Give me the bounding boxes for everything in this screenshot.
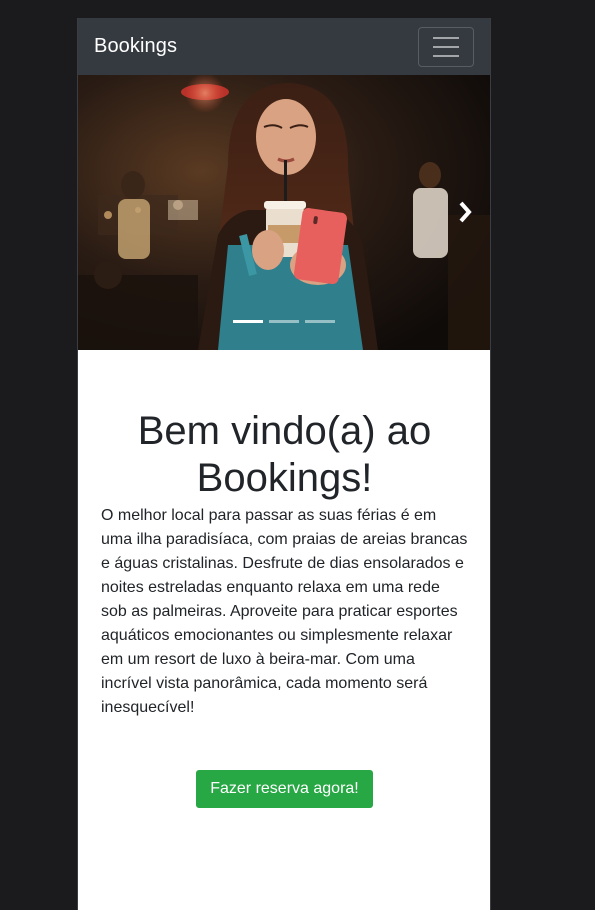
- cta-wrapper: Fazer reserva agora!: [101, 770, 468, 808]
- welcome-paragraph: O melhor local para passar as suas féria…: [101, 507, 468, 716]
- chevron-right-icon: [459, 201, 472, 223]
- viewport: Bookings Bem vindo(a) ao Bookings! O mel…: [77, 18, 491, 910]
- carousel-photo: [78, 75, 490, 350]
- navbar-brand[interactable]: Bookings: [94, 35, 177, 58]
- navbar-toggler-button[interactable]: [418, 26, 474, 67]
- carousel-indicators: [78, 320, 490, 323]
- hero-carousel: [78, 75, 490, 350]
- carousel-indicator-3[interactable]: [305, 320, 335, 323]
- book-now-button[interactable]: Fazer reserva agora!: [196, 770, 373, 808]
- hamburger-menu-icon-bar: [433, 54, 459, 57]
- welcome-section: Bem vindo(a) ao Bookings! O melhor local…: [78, 350, 490, 808]
- carousel-next-control[interactable]: [454, 197, 476, 227]
- hamburger-menu-icon: [433, 36, 459, 39]
- carousel-indicator-2[interactable]: [269, 320, 299, 323]
- navbar: Bookings: [78, 18, 490, 75]
- carousel-indicator-1[interactable]: [233, 320, 263, 323]
- hamburger-menu-icon-bar: [433, 45, 459, 48]
- page-title: Bem vindo(a) ao Bookings!: [137, 409, 432, 500]
